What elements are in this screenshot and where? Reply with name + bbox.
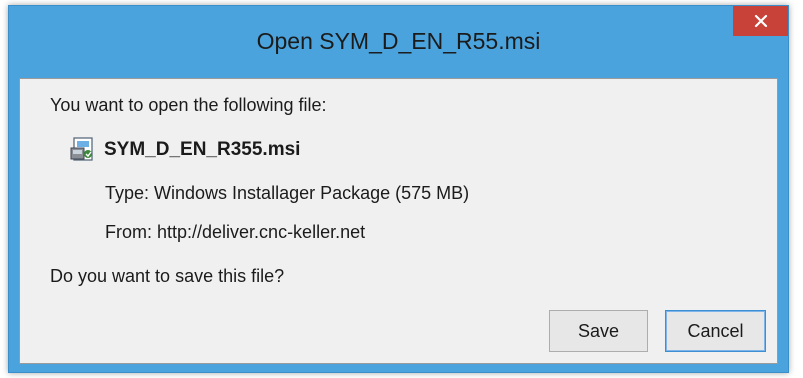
cancel-button[interactable]: Cancel xyxy=(665,310,766,352)
close-button[interactable] xyxy=(733,6,788,36)
save-button[interactable]: Save xyxy=(549,310,648,352)
installer-package-icon xyxy=(70,137,93,161)
open-file-dialog: Open SYM_D_EN_R55.msi You want to open t… xyxy=(8,5,789,373)
file-name: SYM_D_EN_R355.msi xyxy=(104,139,301,160)
file-source-line: From: http://deliver.cnc-keller.net xyxy=(105,222,366,242)
dialog-title: Open SYM_D_EN_R55.msi xyxy=(256,28,541,54)
save-question-text: Do you want to save this file? xyxy=(50,266,285,286)
file-type-line: Type: Windows Installager Package (575 M… xyxy=(105,183,470,203)
dialog-titlebar[interactable]: Open SYM_D_EN_R55.msi xyxy=(9,6,788,78)
dialog-body: You want to open the following file: SYM… xyxy=(19,78,778,364)
open-prompt-text: You want to open the following file: xyxy=(50,95,327,115)
close-icon xyxy=(754,14,767,28)
